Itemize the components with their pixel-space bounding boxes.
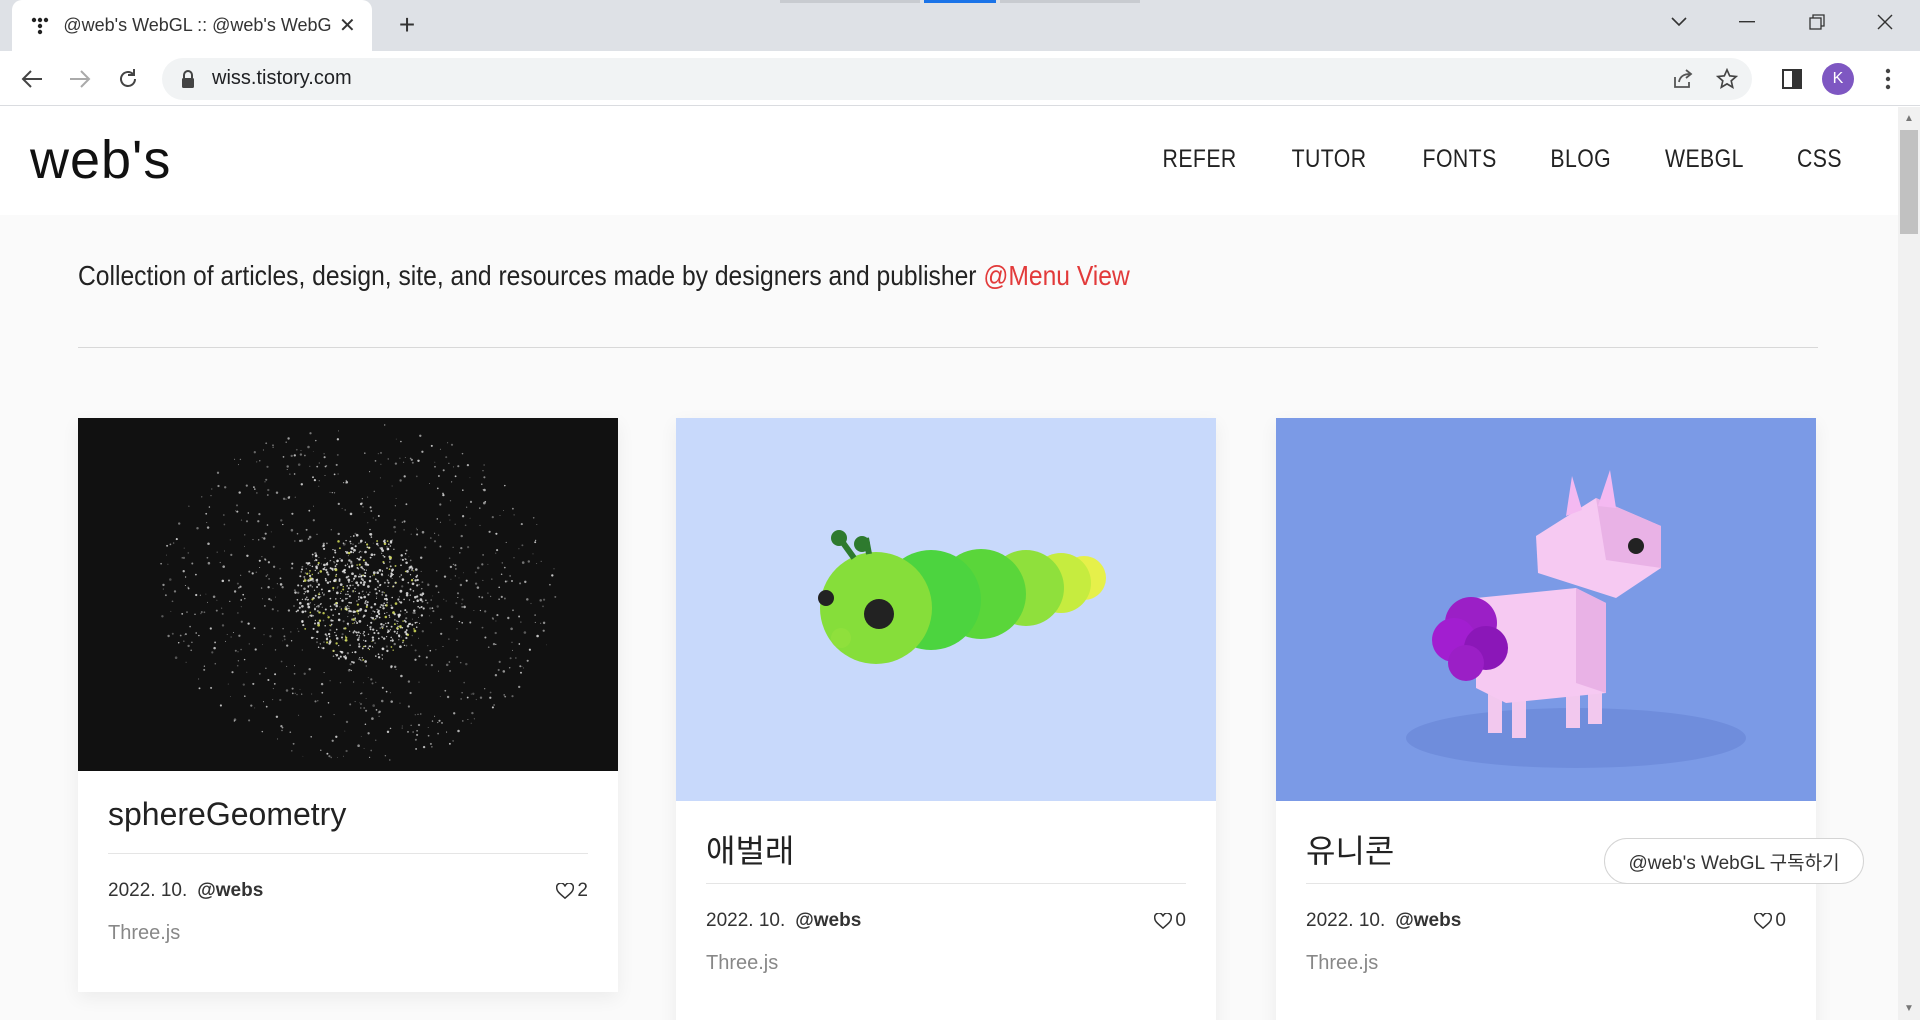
tagline-text: Collection of articles, design, site, an… — [78, 260, 984, 291]
post-meta: 2022. 10. @webs — [108, 880, 263, 902]
menu-item-fonts[interactable]: FONTS — [1422, 145, 1496, 174]
card-divider — [706, 883, 1186, 884]
new-tab-button[interactable]: + — [392, 10, 422, 40]
scrollbar-thumb[interactable] — [1900, 130, 1918, 234]
more-menu-icon[interactable] — [1872, 63, 1904, 95]
card-divider — [108, 853, 588, 854]
menu-item-css[interactable]: CSS — [1797, 145, 1842, 174]
lock-icon — [180, 69, 198, 89]
tab-title: @web's WebGL :: @web's WebGL — [63, 15, 331, 35]
divider — [78, 347, 1818, 348]
browser-tab-bar: @web's WebGL :: @web's WebGL ✕ + — [0, 0, 1920, 51]
post-date: 2022. 10. — [1306, 910, 1386, 931]
heart-icon — [1754, 913, 1773, 929]
tab-strip-segment — [780, 0, 920, 3]
share-icon[interactable] — [1670, 66, 1696, 92]
tab-search-chevron-icon[interactable] — [1644, 0, 1714, 44]
menu-item-refer[interactable]: REFER — [1163, 145, 1237, 174]
page-viewport: web's REFER TUTOR FONTS BLOG WEBGL CSS C… — [0, 107, 1898, 1020]
post-author: @webs — [1395, 910, 1462, 931]
scrollbar-track[interactable] — [1898, 107, 1920, 1020]
post-meta: 2022. 10. @webs — [706, 910, 861, 932]
post-card[interactable]: 애벌래 2022. 10. @webs 0 Three.js — [676, 418, 1216, 1020]
post-category[interactable]: Three.js — [108, 922, 180, 945]
heart-icon — [1154, 913, 1173, 929]
minimize-button[interactable] — [1712, 0, 1782, 44]
menu-view-link[interactable]: @Menu View — [983, 260, 1129, 291]
post-card[interactable]: 유니콘 2022. 10. @webs 0 Three.js — [1276, 418, 1816, 1020]
main-menu: REFER TUTOR FONTS BLOG WEBGL CSS — [1114, 145, 1846, 174]
post-author: @webs — [197, 880, 264, 901]
close-window-button[interactable] — [1850, 0, 1920, 44]
forward-arrow-icon[interactable] — [64, 63, 96, 95]
bookmark-star-icon[interactable] — [1714, 66, 1740, 92]
post-likes[interactable]: 2 — [556, 880, 588, 902]
scroll-down-arrow-icon[interactable]: ▼ — [1898, 1000, 1920, 1018]
post-thumbnail[interactable] — [676, 418, 1216, 801]
post-category[interactable]: Three.js — [1306, 952, 1378, 975]
post-likes[interactable]: 0 — [1754, 910, 1786, 932]
likes-count: 0 — [1175, 910, 1186, 931]
side-panel-icon[interactable] — [1776, 63, 1808, 95]
menu-item-webgl[interactable]: WEBGL — [1665, 145, 1744, 174]
heart-icon — [556, 883, 575, 899]
post-author: @webs — [795, 910, 862, 931]
address-bar[interactable]: wiss.tistory.com — [162, 58, 1752, 100]
post-thumbnail[interactable] — [1276, 418, 1816, 801]
site-header: web's REFER TUTOR FONTS BLOG WEBGL CSS — [0, 107, 1898, 215]
subscribe-button[interactable]: @web's WebGL 구독하기 — [1604, 838, 1864, 884]
tab-strip-segment — [1000, 0, 1140, 3]
url-text[interactable]: wiss.tistory.com — [212, 67, 352, 90]
post-meta: 2022. 10. @webs — [1306, 910, 1461, 932]
post-thumbnail[interactable] — [78, 418, 618, 771]
menu-item-blog[interactable]: BLOG — [1550, 145, 1611, 174]
menu-item-tutor[interactable]: TUTOR — [1292, 145, 1367, 174]
browser-tab[interactable]: @web's WebGL :: @web's WebGL ✕ — [12, 0, 372, 51]
site-tagline: Collection of articles, design, site, an… — [78, 260, 1130, 292]
likes-count: 0 — [1775, 910, 1786, 931]
restore-button[interactable] — [1782, 0, 1852, 44]
tab-strip-active-segment — [924, 0, 996, 3]
post-card[interactable]: sphereGeometry 2022. 10. @webs 2 Three.js — [78, 418, 618, 992]
reload-icon[interactable] — [112, 63, 144, 95]
post-category[interactable]: Three.js — [706, 952, 778, 975]
post-title[interactable]: 애벌래 — [706, 826, 794, 872]
tistory-favicon-icon — [30, 16, 49, 36]
scroll-up-arrow-icon[interactable]: ▲ — [1898, 110, 1920, 128]
post-likes[interactable]: 0 — [1154, 910, 1186, 932]
profile-avatar[interactable]: K — [1822, 63, 1854, 95]
browser-toolbar: wiss.tistory.com — [0, 51, 1920, 106]
tab-close-icon[interactable]: ✕ — [337, 13, 358, 38]
post-date: 2022. 10. — [108, 880, 188, 901]
post-title[interactable]: 유니콘 — [1306, 826, 1394, 872]
site-logo[interactable]: web's — [30, 129, 171, 191]
back-arrow-icon[interactable] — [16, 63, 48, 95]
likes-count: 2 — [577, 880, 588, 901]
post-title[interactable]: sphereGeometry — [108, 796, 346, 833]
post-date: 2022. 10. — [706, 910, 786, 931]
